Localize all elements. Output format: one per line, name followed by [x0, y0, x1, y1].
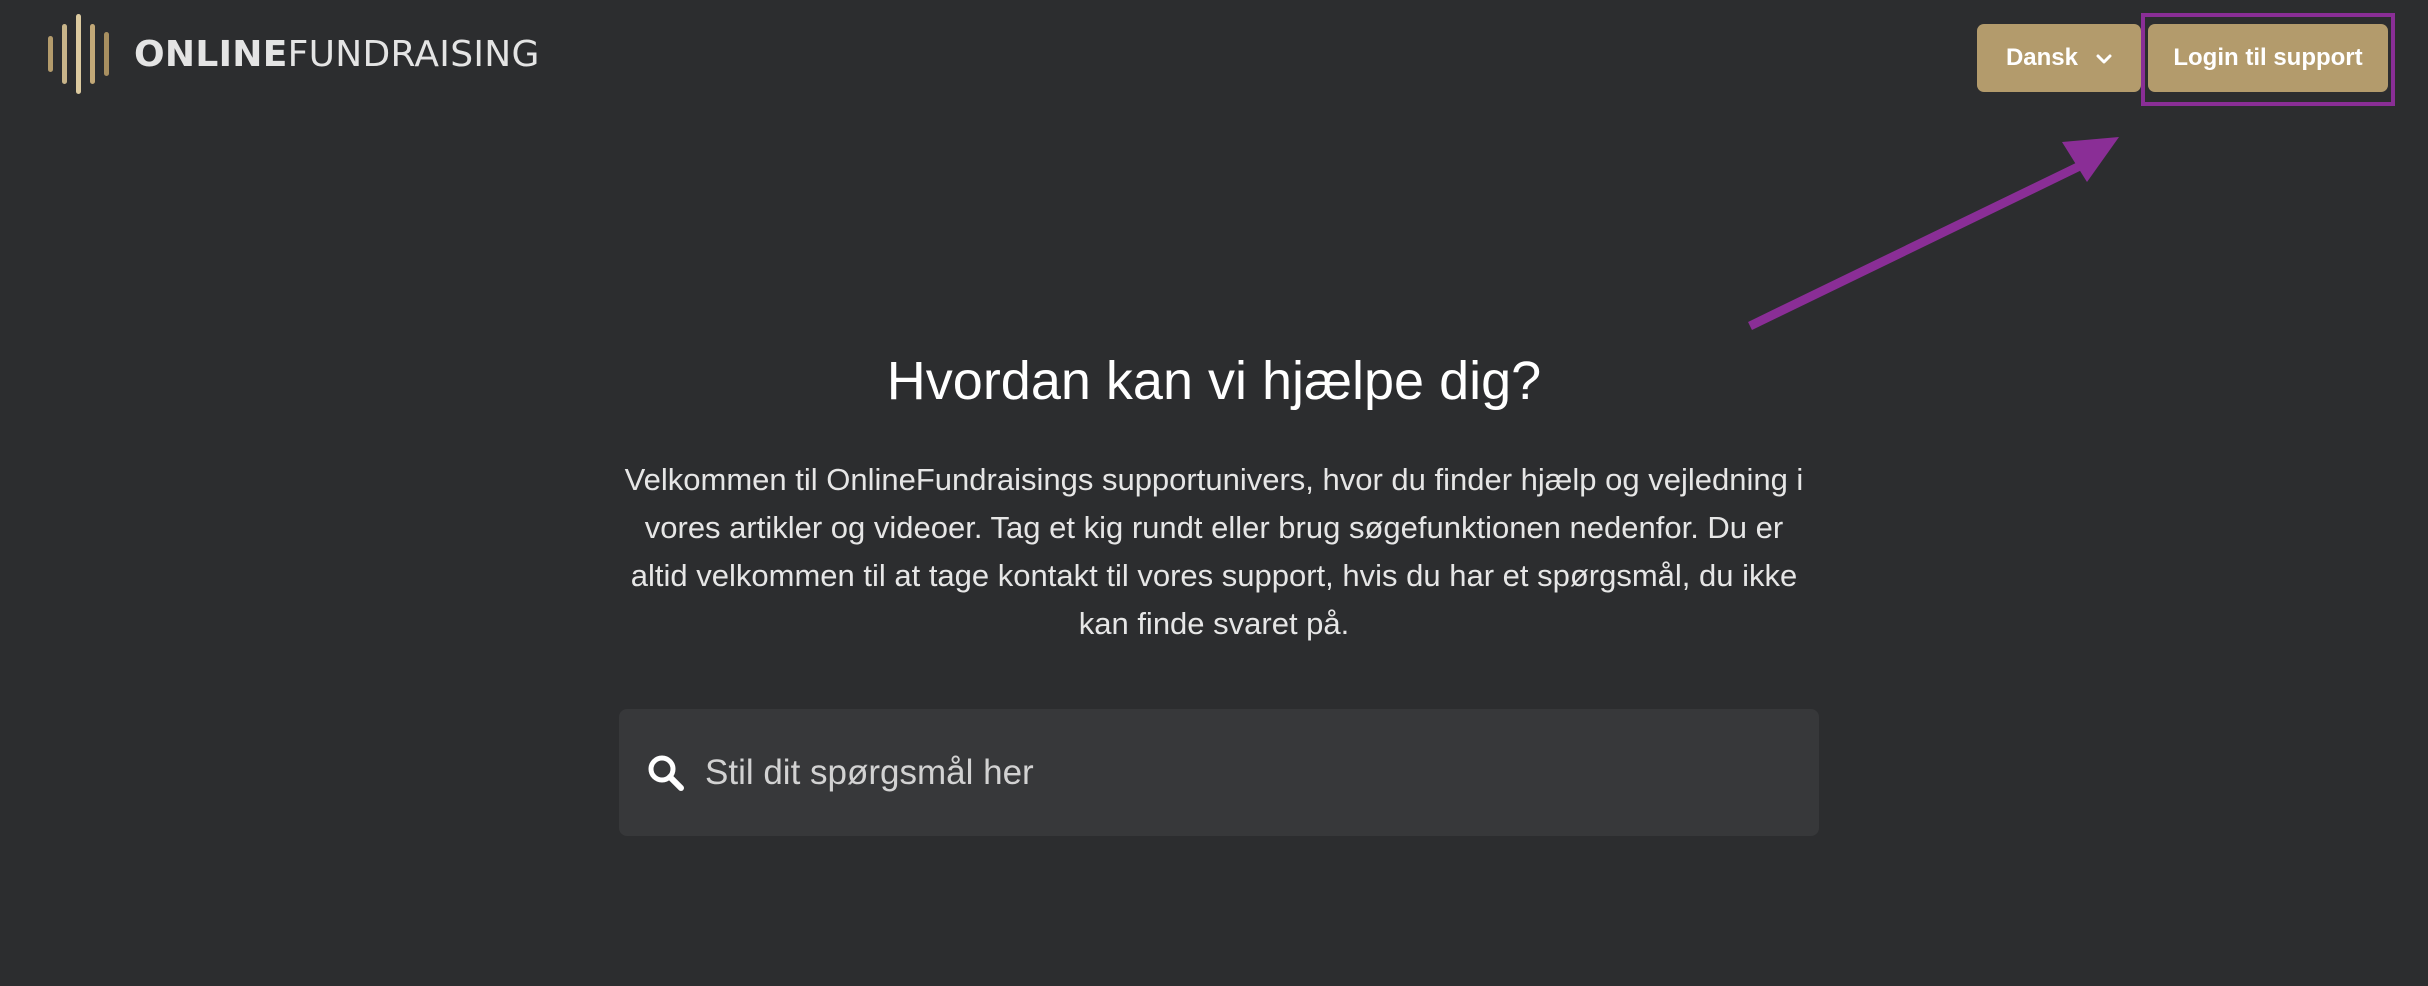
- logo-bars-icon: [46, 14, 122, 94]
- logo-wordmark-bold: ONLINE: [134, 33, 288, 75]
- chevron-down-icon: [2096, 54, 2112, 64]
- support-homepage: ONLINEFUNDRAISING Dansk Login til suppor…: [0, 0, 2428, 986]
- login-support-button[interactable]: Login til support: [2148, 24, 2388, 92]
- search-bar[interactable]: [619, 709, 1819, 836]
- search-input[interactable]: [703, 731, 1819, 814]
- logo-wordmark: ONLINEFUNDRAISING: [134, 34, 540, 75]
- language-select-button[interactable]: Dansk: [1977, 24, 2141, 92]
- logo[interactable]: ONLINEFUNDRAISING: [46, 14, 540, 94]
- logo-wordmark-regular: FUNDRAISING: [287, 33, 540, 75]
- search-icon: [648, 755, 684, 791]
- intro-text: Velkommen til OnlineFundraisings support…: [624, 462, 1804, 641]
- page-title: Hvordan kan vi hjælpe dig?: [886, 351, 1542, 411]
- language-label: Dansk: [2005, 44, 2079, 71]
- login-support-label: Login til support: [2173, 44, 2363, 71]
